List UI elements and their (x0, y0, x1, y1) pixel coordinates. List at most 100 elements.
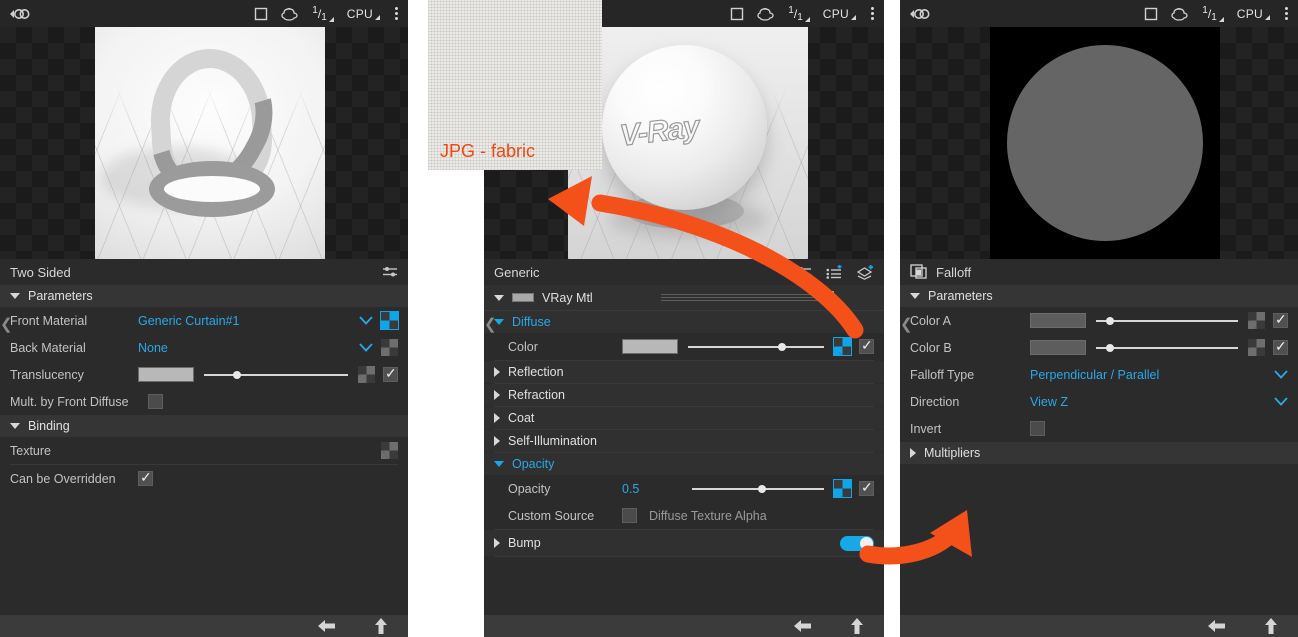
engine-selector[interactable]: CPU (347, 7, 380, 21)
color-b-enable-checkbox[interactable] (1273, 338, 1288, 355)
falloff-type-value[interactable]: Perpendicular / Parallel (1030, 368, 1159, 382)
frame-counter[interactable]: 1/1 (312, 5, 334, 23)
custom-source-checkbox[interactable] (622, 508, 637, 523)
color-b-swatch[interactable] (1030, 340, 1086, 355)
up-arrow-icon[interactable] (374, 617, 388, 635)
back-material-value[interactable]: None (138, 341, 168, 355)
section-bump[interactable]: Bump (484, 530, 884, 556)
chevron-right-icon (494, 390, 500, 400)
diffuse-enable-checkbox[interactable] (859, 337, 874, 354)
row-texture[interactable]: Texture (0, 437, 408, 464)
teapot-icon[interactable] (281, 7, 299, 21)
translucency-slider[interactable] (204, 368, 348, 382)
chevron-down-icon[interactable] (494, 294, 504, 301)
section-parameters[interactable]: Parameters (900, 285, 1298, 307)
row-falloff-type[interactable]: Falloff Type Perpendicular / Parallel (900, 361, 1298, 388)
chevron-down-icon[interactable] (1274, 368, 1288, 382)
square-icon[interactable] (254, 7, 268, 21)
row-color-b[interactable]: Color B (900, 334, 1298, 361)
opacity-value[interactable]: 0.5 (622, 482, 682, 496)
color-b-map-button[interactable] (1248, 339, 1265, 356)
row-label: Texture (10, 443, 51, 458)
row-diffuse-color[interactable]: Color (484, 333, 884, 360)
diffuse-map-button[interactable] (833, 337, 852, 356)
teapot-icon[interactable] (1171, 7, 1189, 21)
back-arrow-icon[interactable] (1206, 619, 1226, 633)
section-refraction[interactable]: Refraction (484, 384, 884, 406)
bump-toggle[interactable] (840, 535, 874, 551)
section-multipliers[interactable]: Multipliers (900, 442, 1298, 464)
section-coat[interactable]: Coat (484, 407, 884, 429)
color-a-enable-checkbox[interactable] (1273, 311, 1288, 328)
section-diffuse[interactable]: Diffuse (484, 311, 884, 333)
row-can-be-overridden[interactable]: Can be Overridden (0, 465, 408, 492)
material-preview-mobius[interactable] (0, 27, 408, 259)
opacity-enable-checkbox[interactable] (859, 479, 874, 496)
kebab-menu-icon[interactable] (869, 7, 876, 20)
row-invert[interactable]: Invert (900, 415, 1298, 442)
kebab-menu-icon[interactable] (1283, 7, 1290, 20)
back-arrow-icon[interactable] (316, 619, 336, 633)
sliders-icon[interactable] (382, 265, 398, 279)
section-binding[interactable]: Binding (0, 415, 408, 437)
front-material-map-button[interactable] (380, 311, 399, 330)
engine-selector[interactable]: CPU (1237, 7, 1270, 21)
section-reflection[interactable]: Reflection (484, 361, 884, 383)
color-a-map-button[interactable] (1248, 312, 1265, 329)
color-a-slider[interactable] (1096, 314, 1238, 328)
chevron-down-icon[interactable] (359, 341, 373, 355)
back-arrow-icon[interactable] (792, 619, 812, 633)
chevron-down-icon[interactable] (359, 314, 373, 328)
add-list-icon[interactable] (826, 265, 842, 279)
translucency-color-swatch[interactable] (138, 367, 194, 382)
mult-by-front-diffuse-checkbox[interactable] (148, 394, 163, 409)
teapot-icon[interactable] (757, 7, 775, 21)
diffuse-color-swatch[interactable] (622, 339, 678, 354)
row-label: Mult. by Front Diffuse (10, 394, 129, 409)
vray-logo-icon[interactable] (8, 7, 30, 21)
row-mult-by-front-diffuse[interactable]: Mult. by Front Diffuse (0, 388, 408, 415)
section-parameters[interactable]: Parameters (0, 285, 408, 307)
up-arrow-icon[interactable] (850, 617, 864, 635)
row-custom-source[interactable]: Custom Source Diffuse Texture Alpha (484, 502, 884, 529)
color-b-slider[interactable] (1096, 341, 1238, 355)
engine-selector[interactable]: CPU (823, 7, 856, 21)
square-icon[interactable] (730, 7, 744, 21)
import-map-icon[interactable] (856, 264, 874, 280)
row-opacity[interactable]: Opacity 0.5 (484, 475, 884, 502)
row-translucency[interactable]: Translucency (0, 361, 408, 388)
section-self-illumination[interactable]: Self-Illumination (484, 430, 884, 452)
back-material-map-button[interactable] (381, 339, 398, 356)
row-front-material[interactable]: Front Material Generic Curtain#1 (0, 307, 408, 334)
front-material-value[interactable]: Generic Curtain#1 (138, 314, 239, 328)
panel-collapse-handle[interactable]: ❮ (900, 315, 913, 333)
can-be-overridden-checkbox[interactable] (138, 469, 153, 486)
row-color-a[interactable]: Color A (900, 307, 1298, 334)
frame-counter[interactable]: 1/1 (1202, 5, 1224, 23)
texture-map-button[interactable] (381, 442, 398, 459)
up-arrow-icon[interactable] (1264, 617, 1278, 635)
kebab-menu-icon[interactable] (393, 7, 400, 20)
invert-checkbox[interactable] (1030, 421, 1045, 436)
vray-logo-icon[interactable] (908, 7, 930, 21)
direction-value[interactable]: View Z (1030, 395, 1068, 409)
translucency-enable-checkbox[interactable] (383, 365, 398, 382)
color-a-swatch[interactable] (1030, 313, 1086, 328)
row-back-material[interactable]: Back Material None (0, 334, 408, 361)
material-node-row[interactable]: VRay Mtl (484, 285, 884, 311)
opacity-map-button[interactable] (833, 479, 852, 498)
sliders-icon[interactable] (796, 265, 812, 279)
kebab-menu-icon[interactable] (829, 291, 836, 304)
translucency-map-button[interactable] (358, 366, 375, 383)
panel-collapse-handle[interactable]: ❮ (484, 315, 497, 333)
panel-collapse-handle[interactable]: ❮ (0, 315, 13, 333)
map-preview-falloff[interactable] (900, 27, 1298, 259)
diffuse-color-slider[interactable] (688, 340, 824, 354)
rollout-title-label: Generic (494, 264, 540, 280)
square-icon[interactable] (1144, 7, 1158, 21)
section-opacity[interactable]: Opacity (484, 453, 884, 475)
row-direction[interactable]: Direction View Z (900, 388, 1298, 415)
frame-counter[interactable]: 1/1 (788, 5, 810, 23)
opacity-slider[interactable] (692, 482, 824, 496)
chevron-down-icon[interactable] (1274, 395, 1288, 409)
